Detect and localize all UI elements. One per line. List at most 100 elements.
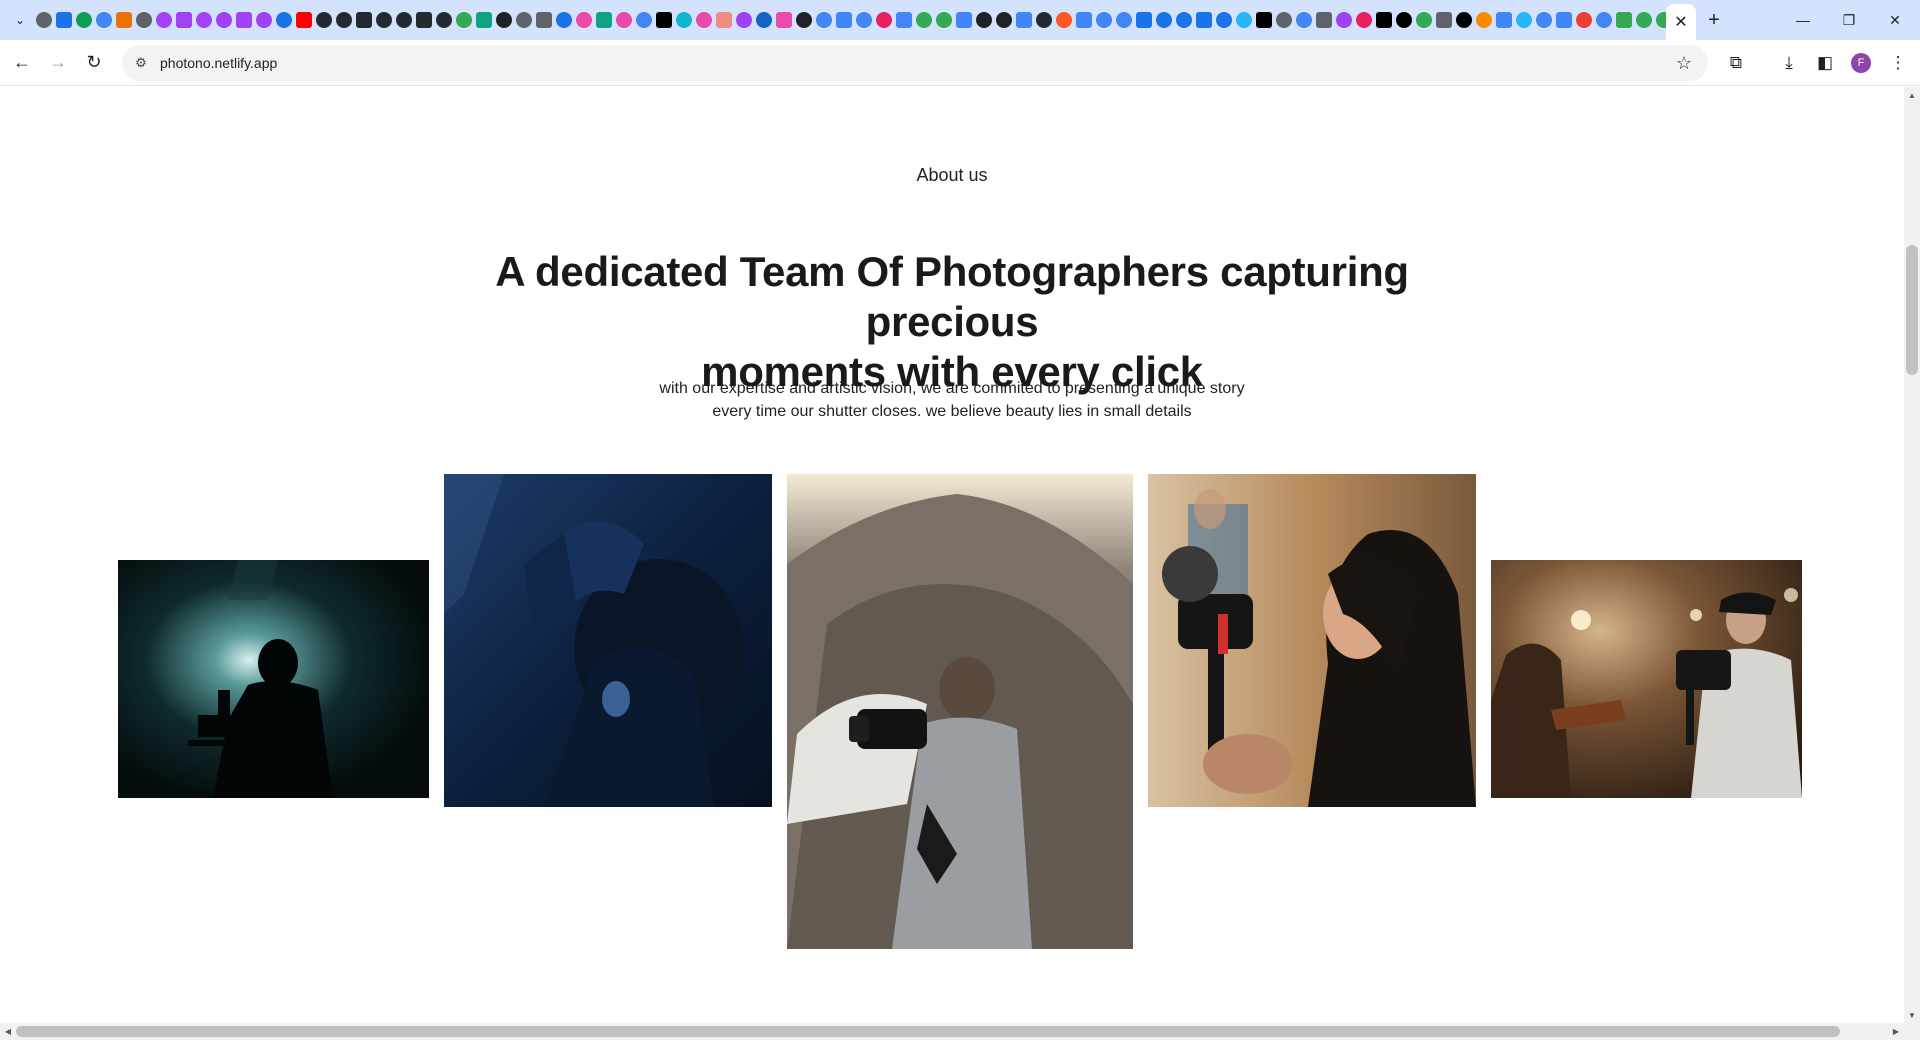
pinned-tab-favicon-icon[interactable] xyxy=(176,12,192,28)
scroll-down-arrow-icon[interactable]: ▼ xyxy=(1904,1008,1920,1022)
pinned-tab-favicon-icon[interactable] xyxy=(796,12,812,28)
scroll-up-arrow-icon[interactable]: ▲ xyxy=(1904,88,1920,102)
pinned-tab-favicon-icon[interactable] xyxy=(1216,12,1232,28)
pinned-tab-favicon-icon[interactable] xyxy=(1116,12,1132,28)
pinned-tab-favicon-icon[interactable] xyxy=(536,12,552,28)
pinned-tab-favicon-icon[interactable] xyxy=(1416,12,1432,28)
pinned-tab-favicon-icon[interactable] xyxy=(736,12,752,28)
pinned-tab-favicon-icon[interactable] xyxy=(56,12,72,28)
pinned-tab-favicon-icon[interactable] xyxy=(756,12,772,28)
pinned-tab-favicon-icon[interactable] xyxy=(916,12,932,28)
pinned-tab-favicon-icon[interactable] xyxy=(1236,12,1252,28)
pinned-tab-favicon-icon[interactable] xyxy=(376,12,392,28)
pinned-tab-favicon-icon[interactable] xyxy=(1156,12,1172,28)
pinned-tab-favicon-icon[interactable] xyxy=(936,12,952,28)
bookmark-star-icon[interactable]: ☆ xyxy=(1670,49,1698,77)
pinned-tab-favicon-icon[interactable] xyxy=(1036,12,1052,28)
pinned-tab-favicon-icon[interactable] xyxy=(1196,12,1212,28)
address-bar[interactable]: ⚙ photono.netlify.app ☆ xyxy=(122,45,1708,81)
pinned-tab-favicon-icon[interactable] xyxy=(1176,12,1192,28)
pinned-tab-favicon-icon[interactable] xyxy=(236,12,252,28)
pinned-tab-favicon-icon[interactable] xyxy=(456,12,472,28)
pinned-tab-favicon-icon[interactable] xyxy=(1376,12,1392,28)
pinned-tab-favicon-icon[interactable] xyxy=(1436,12,1452,28)
pinned-tab-favicon-icon[interactable] xyxy=(616,12,632,28)
pinned-tab-favicon-icon[interactable] xyxy=(256,12,272,28)
vertical-scrollbar[interactable] xyxy=(1904,87,1920,1023)
pinned-tab-favicon-icon[interactable] xyxy=(1356,12,1372,28)
pinned-tab-favicon-icon[interactable] xyxy=(596,12,612,28)
minimize-button[interactable]: — xyxy=(1780,0,1826,40)
back-icon[interactable]: ← xyxy=(4,45,40,81)
pinned-tab-favicon-icon[interactable] xyxy=(876,12,892,28)
menu-icon[interactable]: ⋮ xyxy=(1880,45,1916,81)
pinned-tab-favicon-icon[interactable] xyxy=(1276,12,1292,28)
pinned-tab-favicon-icon[interactable] xyxy=(496,12,512,28)
extensions-icon[interactable]: ⧉ xyxy=(1718,45,1754,81)
pinned-tab-favicon-icon[interactable] xyxy=(336,12,352,28)
pinned-tab-favicon-icon[interactable] xyxy=(1316,12,1332,28)
vertical-scrollbar-thumb[interactable] xyxy=(1906,245,1918,375)
pinned-tab-favicon-icon[interactable] xyxy=(836,12,852,28)
horizontal-scrollbar-thumb[interactable] xyxy=(16,1026,1840,1037)
pinned-tab-favicon-icon[interactable] xyxy=(1296,12,1312,28)
pinned-tab-favicon-icon[interactable] xyxy=(216,12,232,28)
pinned-tab-favicon-icon[interactable] xyxy=(296,12,312,28)
pinned-tab-favicon-icon[interactable] xyxy=(856,12,872,28)
pinned-tab-favicon-icon[interactable] xyxy=(476,12,492,28)
pinned-tab-favicon-icon[interactable] xyxy=(1396,12,1412,28)
pinned-tab-favicon-icon[interactable] xyxy=(1136,12,1152,28)
pinned-tab-favicon-icon[interactable] xyxy=(636,12,652,28)
pinned-tab-favicon-icon[interactable] xyxy=(656,12,672,28)
tab-search-icon[interactable]: ⌄ xyxy=(6,6,34,34)
pinned-tab-favicon-icon[interactable] xyxy=(1016,12,1032,28)
pinned-tab-favicon-icon[interactable] xyxy=(996,12,1012,28)
pinned-tab-favicon-icon[interactable] xyxy=(276,12,292,28)
pinned-tab-favicon-icon[interactable] xyxy=(956,12,972,28)
pinned-tab-favicon-icon[interactable] xyxy=(396,12,412,28)
pinned-tab-favicon-icon[interactable] xyxy=(356,12,372,28)
active-tab-close-button[interactable]: ✕ xyxy=(1666,4,1696,40)
pinned-tab-favicon-icon[interactable] xyxy=(1256,12,1272,28)
scroll-right-arrow-icon[interactable]: ▶ xyxy=(1888,1023,1904,1040)
pinned-tab-favicon-icon[interactable] xyxy=(36,12,52,28)
pinned-tab-favicon-icon[interactable] xyxy=(576,12,592,28)
pinned-tab-favicon-icon[interactable] xyxy=(436,12,452,28)
restore-button[interactable]: ❐ xyxy=(1826,0,1872,40)
pinned-tab-favicon-icon[interactable] xyxy=(1556,12,1572,28)
pinned-tab-favicon-icon[interactable] xyxy=(556,12,572,28)
pinned-tab-favicon-icon[interactable] xyxy=(416,12,432,28)
pinned-tab-favicon-icon[interactable] xyxy=(1056,12,1072,28)
pinned-tab-favicon-icon[interactable] xyxy=(316,12,332,28)
new-tab-button[interactable]: + xyxy=(1700,8,1728,32)
pinned-tab-favicon-icon[interactable] xyxy=(716,12,732,28)
pinned-tab-favicon-icon[interactable] xyxy=(116,12,132,28)
pinned-tab-favicon-icon[interactable] xyxy=(696,12,712,28)
close-window-button[interactable]: ✕ xyxy=(1872,0,1918,40)
pinned-tab-favicon-icon[interactable] xyxy=(1496,12,1512,28)
side-panel-icon[interactable]: ◧ xyxy=(1807,45,1843,81)
scroll-left-arrow-icon[interactable]: ◀ xyxy=(0,1023,16,1040)
downloads-icon[interactable]: ⤓ xyxy=(1771,45,1807,81)
pinned-tab-favicon-icon[interactable] xyxy=(516,12,532,28)
pinned-tab-favicon-icon[interactable] xyxy=(1516,12,1532,28)
pinned-tab-favicon-icon[interactable] xyxy=(1616,12,1632,28)
pinned-tab-favicon-icon[interactable] xyxy=(1576,12,1592,28)
pinned-tab-favicon-icon[interactable] xyxy=(1336,12,1352,28)
pinned-tab-favicon-icon[interactable] xyxy=(1476,12,1492,28)
url-text[interactable]: photono.netlify.app xyxy=(160,55,277,71)
pinned-tab-favicon-icon[interactable] xyxy=(896,12,912,28)
pinned-tab-favicon-icon[interactable] xyxy=(136,12,152,28)
pinned-tab-favicon-icon[interactable] xyxy=(196,12,212,28)
pinned-tab-favicon-icon[interactable] xyxy=(76,12,92,28)
pinned-tab-favicon-icon[interactable] xyxy=(676,12,692,28)
close-icon[interactable]: ✕ xyxy=(1674,12,1687,32)
forward-icon[interactable]: → xyxy=(40,45,76,81)
pinned-tab-favicon-icon[interactable] xyxy=(776,12,792,28)
site-info-icon[interactable]: ⚙ xyxy=(126,48,156,78)
pinned-tab-favicon-icon[interactable] xyxy=(96,12,112,28)
reload-icon[interactable]: ↻ xyxy=(76,45,112,81)
pinned-tab-favicon-icon[interactable] xyxy=(816,12,832,28)
pinned-tab-favicon-icon[interactable] xyxy=(1456,12,1472,28)
pinned-tab-favicon-icon[interactable] xyxy=(1596,12,1612,28)
